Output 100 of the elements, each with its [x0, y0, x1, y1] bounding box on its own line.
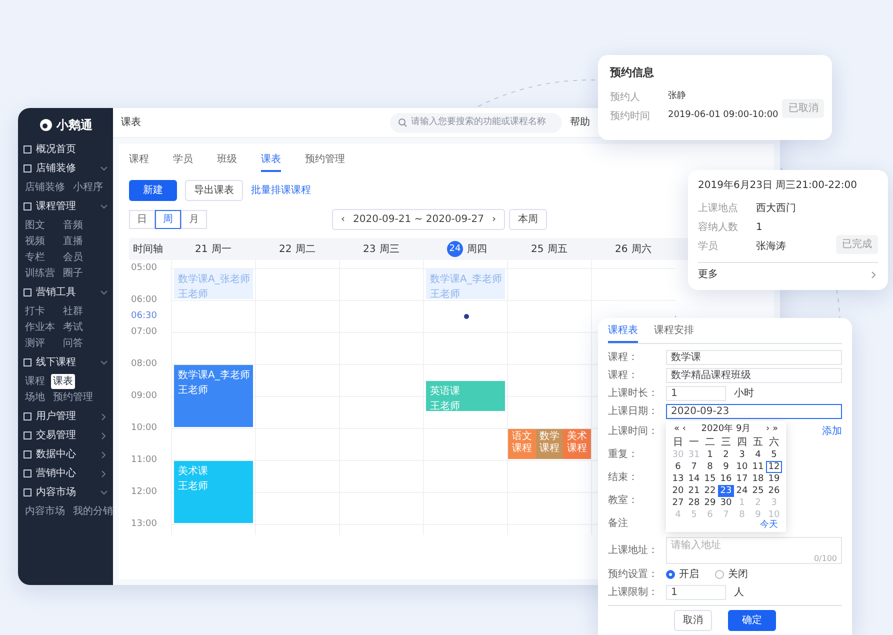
- add-link[interactable]: 添加: [822, 424, 842, 439]
- calendar-day[interactable]: 7: [686, 460, 702, 472]
- nav-item[interactable]: 内容市场: [23, 504, 67, 519]
- number-field[interactable]: 1: [666, 584, 726, 600]
- calendar-day[interactable]: 12: [766, 460, 782, 472]
- radio-button[interactable]: [666, 570, 675, 578]
- nav-item[interactable]: 预约管理: [51, 390, 95, 405]
- event-teacher: 王老师: [178, 288, 209, 299]
- calendar-day[interactable]: 29: [702, 496, 718, 508]
- calendar-day[interactable]: 15: [702, 472, 718, 484]
- calendar-day[interactable]: 8: [702, 460, 718, 472]
- nav-group[interactable]: 概况首页: [36, 142, 108, 157]
- calendar-day[interactable]: 23: [718, 484, 734, 496]
- field-label: 预约时间: [610, 110, 651, 124]
- calendar-day[interactable]: 28: [686, 496, 702, 508]
- nav-item[interactable]: 课程: [23, 374, 47, 389]
- calendar-day[interactable]: 17: [734, 472, 750, 484]
- nav-item[interactable]: 音频: [61, 218, 85, 233]
- nav-item[interactable]: 场地: [23, 390, 47, 405]
- nav-group[interactable]: 营销中心: [36, 466, 96, 481]
- next-arrow[interactable]: ›: [492, 212, 496, 227]
- nav-group[interactable]: 课程管理: [36, 199, 96, 214]
- tab[interactable]: 课表: [261, 152, 281, 172]
- number-field[interactable]: 1: [666, 386, 726, 400]
- calendar-day[interactable]: 13: [670, 472, 686, 484]
- nav-item[interactable]: 会员: [61, 250, 85, 265]
- today-link[interactable]: 今天: [760, 520, 778, 530]
- calendar-day[interactable]: 25: [750, 484, 766, 496]
- nav-item[interactable]: 图文: [23, 218, 47, 233]
- nav-group[interactable]: 数据中心: [36, 447, 96, 462]
- event-teacher: 王老师: [178, 384, 209, 398]
- nav-item[interactable]: 社群: [61, 304, 85, 319]
- nav-item[interactable]: 视频: [23, 234, 47, 249]
- nav-item[interactable]: 问答: [61, 336, 85, 351]
- nav-group[interactable]: 交易管理: [36, 428, 96, 443]
- nav-item[interactable]: 圈子: [61, 266, 85, 281]
- weekday-label: 周三: [380, 242, 400, 256]
- date-field[interactable]: 2020-09-23: [666, 404, 842, 418]
- ok-button[interactable]: 确定: [728, 610, 776, 631]
- nav-group[interactable]: 线下课程: [36, 355, 96, 370]
- nav-group[interactable]: 营销工具: [36, 285, 96, 300]
- calendar-day[interactable]: 24: [734, 484, 750, 496]
- nav-item[interactable]: 测评: [23, 336, 47, 351]
- calendar-day[interactable]: 16: [718, 472, 734, 484]
- help-link[interactable]: 帮助: [570, 115, 590, 130]
- tab[interactable]: 课程表: [608, 323, 638, 343]
- tab[interactable]: 班级: [217, 152, 237, 172]
- calendar-day[interactable]: 6: [670, 460, 686, 472]
- calendar-day[interactable]: 18: [750, 472, 766, 484]
- nav-item[interactable]: 课表: [51, 374, 75, 389]
- calendar-day[interactable]: 9: [718, 460, 734, 472]
- calendar-day[interactable]: 19: [766, 472, 782, 484]
- calendar-day[interactable]: 27: [670, 496, 686, 508]
- event-card[interactable]: 数学课A_李老师 王老师: [174, 365, 253, 427]
- radio-button[interactable]: [715, 570, 724, 578]
- nav-item[interactable]: 训练营: [23, 266, 57, 281]
- prev-arrows[interactable]: « ‹: [674, 423, 686, 436]
- select-field[interactable]: 数学课: [666, 350, 842, 364]
- nav-group[interactable]: 内容市场: [36, 485, 96, 500]
- input-field[interactable]: 数学精品课程班级: [666, 368, 842, 382]
- this-week-button[interactable]: 本周: [508, 209, 547, 230]
- calendar-day[interactable]: 1: [702, 448, 718, 460]
- nav-group[interactable]: 店铺装修: [36, 161, 96, 176]
- nav-item[interactable]: 店铺装修: [23, 180, 67, 195]
- export-button[interactable]: 导出课表: [185, 180, 243, 201]
- date-range-field[interactable]: ‹ 2020-09-21 ~ 2020-09-27 ›: [332, 209, 505, 230]
- view-toggle[interactable]: 月: [181, 210, 207, 229]
- nav-item[interactable]: 直播: [61, 234, 85, 249]
- view-toggle[interactable]: 周: [155, 210, 181, 229]
- nav-group[interactable]: 用户管理: [36, 409, 96, 424]
- calendar-day[interactable]: 20: [670, 484, 686, 496]
- calendar-day[interactable]: 10: [734, 460, 750, 472]
- tab[interactable]: 学员: [173, 152, 193, 172]
- new-button[interactable]: 新建: [129, 180, 177, 201]
- nav-item[interactable]: 小程序: [71, 180, 105, 195]
- calendar-day[interactable]: 2: [718, 448, 734, 460]
- tab[interactable]: 预约管理: [305, 152, 345, 172]
- calendar-day[interactable]: 30: [718, 496, 734, 508]
- view-toggle[interactable]: 日: [129, 210, 155, 229]
- nav-item[interactable]: 专栏: [23, 250, 47, 265]
- tab[interactable]: 课程: [129, 152, 149, 172]
- cancel-button[interactable]: 取消: [674, 610, 712, 631]
- calendar-day[interactable]: 26: [766, 484, 782, 496]
- calendar-day[interactable]: 4: [750, 448, 766, 460]
- calendar-day[interactable]: 11: [750, 460, 766, 472]
- calendar-day[interactable]: 22: [702, 484, 718, 496]
- calendar-day[interactable]: 5: [766, 448, 782, 460]
- nav-item[interactable]: 作业本: [23, 320, 57, 335]
- calendar-day[interactable]: 21: [686, 484, 702, 496]
- next-arrows[interactable]: › »: [766, 423, 778, 436]
- time-label: 05:00: [131, 262, 157, 275]
- tab[interactable]: 课程安排: [654, 323, 694, 343]
- nav-item[interactable]: 打卡: [23, 304, 47, 319]
- more-link[interactable]: 更多: [698, 267, 870, 282]
- nav-item[interactable]: 考试: [61, 320, 85, 335]
- calendar-day[interactable]: 14: [686, 472, 702, 484]
- batch-link[interactable]: 批量排课课程: [251, 183, 311, 198]
- calendar-day[interactable]: 3: [734, 448, 750, 460]
- prev-arrow[interactable]: ‹: [341, 212, 345, 227]
- nav-item[interactable]: 我的分销: [71, 504, 115, 519]
